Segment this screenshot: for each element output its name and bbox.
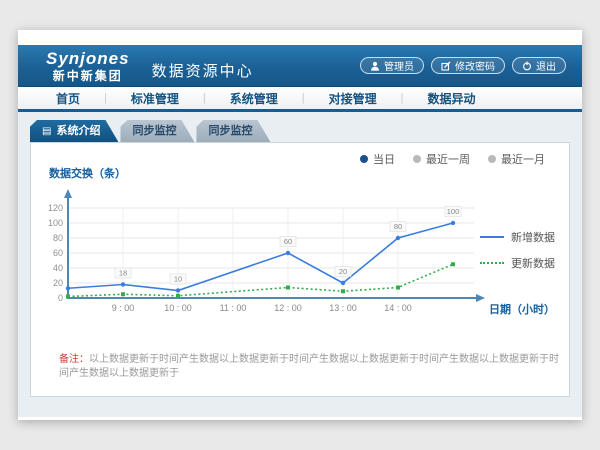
legend-label: 新增数据: [511, 229, 555, 245]
svg-text:20: 20: [339, 267, 347, 276]
chart-legend: 新增数据更新数据: [480, 229, 555, 271]
range-filter-1[interactable]: 最近一周: [413, 151, 470, 167]
legend-line-sample: [480, 236, 504, 238]
radio-label: 最近一周: [426, 151, 470, 167]
svg-text:10: 10: [174, 275, 182, 284]
brand-subtitle: 新中新集团: [46, 70, 130, 82]
svg-text:100: 100: [48, 218, 63, 228]
header-button-label: 退出: [536, 58, 556, 73]
brand-logo: Synjones 新中新集团: [46, 50, 130, 82]
footnote-label: 备注：: [59, 354, 89, 365]
app-window: Synjones 新中新集团 数据资源中心 管理员 修改密码 退出 首页|标准管理|…: [18, 30, 582, 420]
header-button-0[interactable]: 管理员: [360, 57, 424, 74]
svg-text:13 : 00: 13 : 00: [329, 303, 357, 313]
content-area: ▤ 系统介绍 同步监控 同步监控 当日 最近一周 最近一月 数据交换（条） 0 20 40 60…: [18, 112, 582, 417]
footnote-text: 以上数据更新于时间产生数据以上数据更新于时间产生数据以上数据更新于时间产生数据以…: [59, 354, 559, 379]
svg-text:120: 120: [48, 203, 63, 213]
svg-text:80: 80: [394, 222, 402, 231]
document-icon: ▤: [42, 126, 51, 137]
logout-icon: [522, 61, 532, 71]
range-filter-0[interactable]: 当日: [360, 151, 395, 167]
tab-label: 同步监控: [208, 125, 252, 137]
svg-text:60: 60: [53, 248, 63, 258]
nav-item-0[interactable]: 首页: [32, 90, 104, 107]
tab-2[interactable]: 同步监控: [196, 120, 270, 142]
radio-label: 当日: [373, 151, 395, 167]
x-axis-title: 日期（小时）: [489, 301, 555, 317]
svg-text:20: 20: [53, 278, 63, 288]
header-button-2[interactable]: 退出: [512, 57, 566, 74]
svg-text:18: 18: [119, 269, 127, 278]
legend-item-0: 新增数据: [480, 229, 555, 245]
header-button-label: 管理员: [384, 58, 414, 73]
page-title: 数据资源中心: [152, 60, 254, 81]
nav-item-1[interactable]: 标准管理: [107, 90, 203, 107]
chart-card: 当日 最近一周 最近一月 数据交换（条） 0 20 40 60 80 100 120 9 : 00…: [30, 142, 570, 397]
tab-bar: ▤ 系统介绍 同步监控 同步监控: [30, 120, 582, 142]
tab-label: 系统介绍: [56, 125, 100, 137]
tab-label: 同步监控: [132, 125, 176, 137]
range-filter-group: 当日 最近一周 最近一月: [360, 151, 545, 167]
radio-dot: [488, 155, 496, 163]
nav-item-2[interactable]: 系统管理: [206, 90, 302, 107]
line-chart: 0 20 40 60 80 100 120 9 : 00 10 : 00 11 : 00 12 : …: [37, 181, 497, 321]
legend-label: 更新数据: [511, 255, 555, 271]
tab-0[interactable]: ▤ 系统介绍: [30, 120, 118, 142]
header-actions: 管理员 修改密码 退出: [360, 57, 566, 74]
svg-text:11 : 00: 11 : 00: [220, 303, 247, 313]
svg-text:0: 0: [58, 293, 63, 303]
nav-item-3[interactable]: 对接管理: [305, 90, 401, 107]
radio-dot: [413, 155, 421, 163]
window-top-strip: [18, 30, 582, 45]
range-filter-2[interactable]: 最近一月: [488, 151, 545, 167]
y-axis-title: 数据交换（条）: [49, 165, 126, 181]
header-button-label: 修改密码: [455, 58, 495, 73]
svg-text:9 : 00: 9 : 00: [112, 303, 135, 313]
svg-text:12 : 00: 12 : 00: [274, 303, 302, 313]
user-icon: [370, 61, 380, 71]
svg-text:10 : 00: 10 : 00: [164, 303, 192, 313]
svg-text:40: 40: [53, 263, 63, 273]
header-button-1[interactable]: 修改密码: [431, 57, 505, 74]
svg-text:80: 80: [53, 233, 63, 243]
radio-dot: [360, 155, 368, 163]
radio-label: 最近一月: [501, 151, 545, 167]
legend-item-1: 更新数据: [480, 255, 555, 271]
header-bar: Synjones 新中新集团 数据资源中心 管理员 修改密码 退出: [18, 45, 582, 87]
svg-text:14 : 00: 14 : 00: [384, 303, 412, 313]
svg-text:60: 60: [284, 237, 292, 246]
brand-name: Synjones: [46, 50, 130, 67]
legend-line-sample: [480, 262, 504, 264]
nav-item-4[interactable]: 数据异动: [404, 90, 500, 107]
svg-text:100: 100: [447, 207, 460, 216]
footnote: 备注：以上数据更新于时间产生数据以上数据更新于时间产生数据以上数据更新于时间产生…: [59, 353, 559, 381]
tab-1[interactable]: 同步监控: [120, 120, 194, 142]
edit-icon: [441, 61, 451, 71]
main-nav: 首页|标准管理|系统管理|对接管理|数据异动: [18, 87, 582, 112]
